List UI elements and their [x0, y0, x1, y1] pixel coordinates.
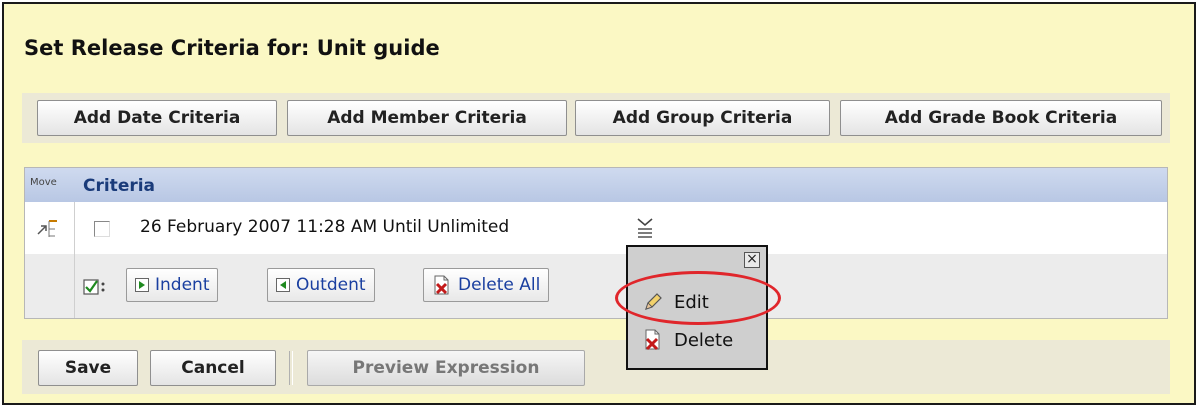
row-checkbox[interactable] — [94, 221, 110, 237]
context-menu-icon[interactable] — [633, 215, 657, 239]
outdent-arrow-icon — [276, 278, 290, 292]
page-title: Set Release Criteria for: Unit guide — [24, 36, 440, 60]
context-menu-delete[interactable]: Delete — [642, 325, 760, 355]
add-date-criteria-button[interactable]: Add Date Criteria — [37, 100, 277, 136]
column-divider — [74, 202, 75, 318]
pencil-icon — [642, 291, 664, 313]
criteria-column-header: Criteria — [83, 176, 156, 196]
delete-all-icon — [432, 274, 452, 296]
delete-label: Delete — [674, 329, 734, 351]
indent-label: Indent — [155, 275, 210, 295]
add-gradebook-criteria-button[interactable]: Add Grade Book Criteria — [840, 100, 1162, 136]
select-all-checkbox-icon[interactable] — [83, 278, 109, 296]
delete-icon — [642, 328, 664, 352]
add-group-criteria-button[interactable]: Add Group Criteria — [575, 100, 830, 136]
edit-label: Edit — [674, 291, 709, 313]
bulk-actions-row: Indent Outdent Delete All — [25, 254, 1167, 318]
close-icon[interactable]: × — [744, 252, 760, 268]
indent-button[interactable]: Indent — [126, 268, 219, 302]
table-header: Move Criteria — [25, 168, 1167, 202]
criteria-text: 26 February 2007 11:28 AM Until Unlimite… — [140, 217, 510, 237]
delete-all-label: Delete All — [458, 275, 541, 295]
table-row: 26 February 2007 11:28 AM Until Unlimite… — [25, 202, 1167, 255]
move-handle-icon[interactable] — [35, 217, 59, 239]
preview-expression-button[interactable]: Preview Expression — [307, 350, 585, 386]
add-member-criteria-button[interactable]: Add Member Criteria — [287, 100, 567, 136]
move-column-label: Move — [30, 177, 57, 188]
outdent-label: Outdent — [296, 275, 366, 295]
cancel-button[interactable]: Cancel — [150, 350, 276, 386]
criteria-table: Move Criteria 26 February 2007 11:28 AM … — [24, 167, 1168, 319]
save-button[interactable]: Save — [38, 350, 138, 386]
context-menu-edit[interactable]: Edit — [642, 287, 760, 317]
indent-arrow-icon — [135, 278, 149, 292]
outdent-button[interactable]: Outdent — [267, 268, 375, 302]
context-menu: × Edit Delete — [626, 245, 768, 370]
button-separator — [289, 351, 293, 385]
delete-all-button[interactable]: Delete All — [423, 268, 550, 302]
